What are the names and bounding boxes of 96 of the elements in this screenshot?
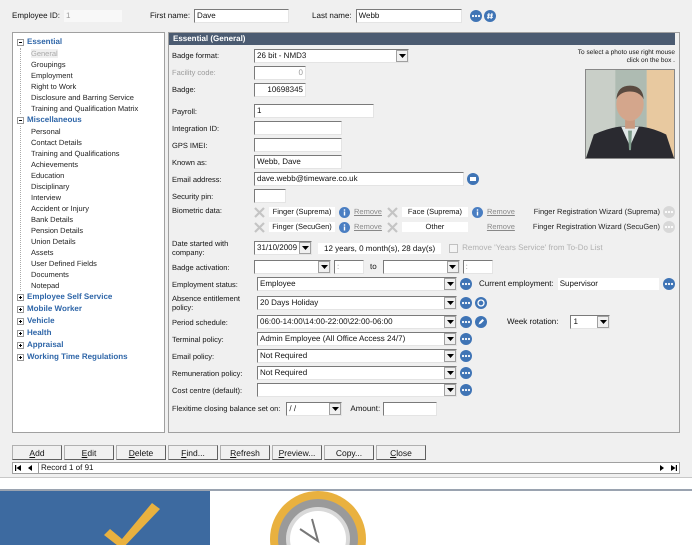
input-field[interactable]: Webb, Dave: [254, 155, 342, 169]
input-field[interactable]: 10698345: [254, 83, 306, 97]
more-icon[interactable]: [663, 278, 675, 290]
more-icon[interactable]: [460, 367, 472, 379]
envelope-icon[interactable]: [467, 173, 479, 185]
section-header: Essential (General): [169, 33, 675, 45]
field-label: Amount:: [350, 403, 380, 415]
cross-icon: [254, 222, 265, 232]
input-field[interactable]: [254, 138, 342, 152]
input-field[interactable]: :: [334, 260, 364, 274]
more-icon[interactable]: [470, 10, 482, 22]
cross-icon: [386, 206, 398, 218]
info-icon[interactable]: [339, 206, 350, 218]
collapse-icon[interactable]: [17, 38, 24, 46]
caret-icon: [302, 246, 309, 250]
toolbar-button[interactable]: Edit: [64, 445, 114, 460]
field-label: Week rotation:: [507, 316, 558, 328]
gear-icon[interactable]: [475, 297, 487, 309]
first-name-field[interactable]: Dave: [194, 9, 290, 23]
expand-icon[interactable]: [17, 294, 24, 300]
hash-icon[interactable]: [484, 10, 496, 22]
caret-icon: [449, 265, 456, 269]
expand-icon[interactable]: [17, 354, 24, 360]
tree-item[interactable]: Miscellaneous: [27, 114, 82, 126]
more-icon[interactable]: [460, 333, 472, 345]
caret-icon: [332, 407, 339, 411]
field-label: Last name:: [312, 10, 352, 22]
info-icon[interactable]: [339, 222, 350, 232]
dropdown[interactable]: Admin Employee (All Office Access 24/7): [257, 332, 457, 346]
dropdown[interactable]: [257, 383, 457, 397]
caret-icon: [446, 301, 454, 305]
caret-icon: [446, 282, 454, 286]
toolbar-button[interactable]: Refresh: [220, 445, 270, 460]
dropdown[interactable]: 20 Days Holiday: [257, 296, 457, 310]
tree-item[interactable]: Essential: [27, 36, 62, 48]
tree-item[interactable]: Mobile Worker: [27, 303, 82, 315]
info-icon[interactable]: [472, 206, 483, 218]
dropdown[interactable]: Not Required: [257, 349, 457, 363]
dropdown[interactable]: 06:00-14:00\14:00-22:00\22:00-06:00: [257, 315, 457, 329]
last-record-icon[interactable]: [669, 463, 679, 473]
field-label: Employee ID:: [12, 10, 60, 22]
caret-icon: [446, 371, 454, 375]
caret-icon: [398, 54, 406, 58]
cross-icon: [386, 222, 398, 232]
tree-item[interactable]: Appraisal: [27, 339, 64, 351]
caret-icon: [446, 320, 454, 324]
toolbar-button[interactable]: Find...: [168, 445, 218, 460]
dropdown[interactable]: 1: [570, 315, 610, 329]
current-employment-value: Supervisor: [558, 278, 659, 290]
input-field[interactable]: [254, 121, 342, 135]
input-field[interactable]: :: [462, 260, 493, 274]
record-counter: Record 1 of 91: [38, 463, 657, 473]
expand-icon[interactable]: [17, 330, 24, 336]
caret-icon: [446, 337, 454, 341]
input-field[interactable]: 1: [254, 104, 374, 118]
more-icon[interactable]: [460, 384, 472, 396]
expand-icon[interactable]: [17, 342, 24, 348]
tree-item[interactable]: Health: [27, 327, 52, 339]
tree-item[interactable]: Vehicle: [27, 315, 55, 327]
date-picker[interactable]: 31/10/2009: [254, 241, 312, 255]
checkbox-label: Remove 'Years Service' from To-Do List: [462, 242, 603, 254]
field-label: Current employment:: [479, 278, 554, 290]
dropdown[interactable]: [382, 260, 460, 274]
input-field[interactable]: dave.webb@timeware.co.uk: [254, 172, 464, 186]
service-duration: 12 years, 0 month(s), 28 day(s): [318, 242, 442, 254]
input-field[interactable]: [254, 189, 286, 203]
caret-icon: [446, 354, 454, 358]
more-icon[interactable]: [460, 350, 472, 362]
toolbar-button[interactable]: Add: [12, 445, 62, 460]
date-picker[interactable]: / /: [286, 402, 342, 416]
toolbar-button[interactable]: Delete: [116, 445, 166, 460]
more-icon[interactable]: [460, 278, 472, 290]
cross-icon: [254, 206, 265, 218]
expand-icon[interactable]: [17, 306, 24, 312]
expand-icon[interactable]: [17, 318, 24, 324]
field-label: First name:: [150, 10, 190, 22]
more-icon[interactable]: [460, 316, 472, 328]
toolbar-button[interactable]: Copy...: [324, 445, 374, 460]
caret-icon: [320, 265, 328, 269]
dropdown[interactable]: Employee: [257, 277, 457, 291]
input-field[interactable]: [383, 402, 438, 416]
caret-icon: [600, 320, 607, 324]
first-record-icon[interactable]: [13, 463, 23, 473]
dropdown[interactable]: Not Required: [257, 366, 457, 380]
tree-item[interactable]: Employee Self Service: [27, 291, 112, 303]
toolbar-button[interactable]: Preview...: [272, 445, 322, 460]
tree-item[interactable]: Working Time Regulations: [27, 351, 128, 363]
pencil-icon[interactable]: [475, 316, 487, 328]
dropdown[interactable]: [254, 260, 331, 274]
field-label: to: [370, 261, 377, 273]
last-name-field[interactable]: Webb: [356, 9, 462, 23]
caret-icon: [446, 388, 454, 392]
toolbar-button[interactable]: Close: [376, 445, 426, 460]
dropdown[interactable]: 26 bit - NMD3: [254, 49, 409, 63]
more-icon[interactable]: [460, 297, 472, 309]
collapse-icon[interactable]: [17, 116, 24, 124]
